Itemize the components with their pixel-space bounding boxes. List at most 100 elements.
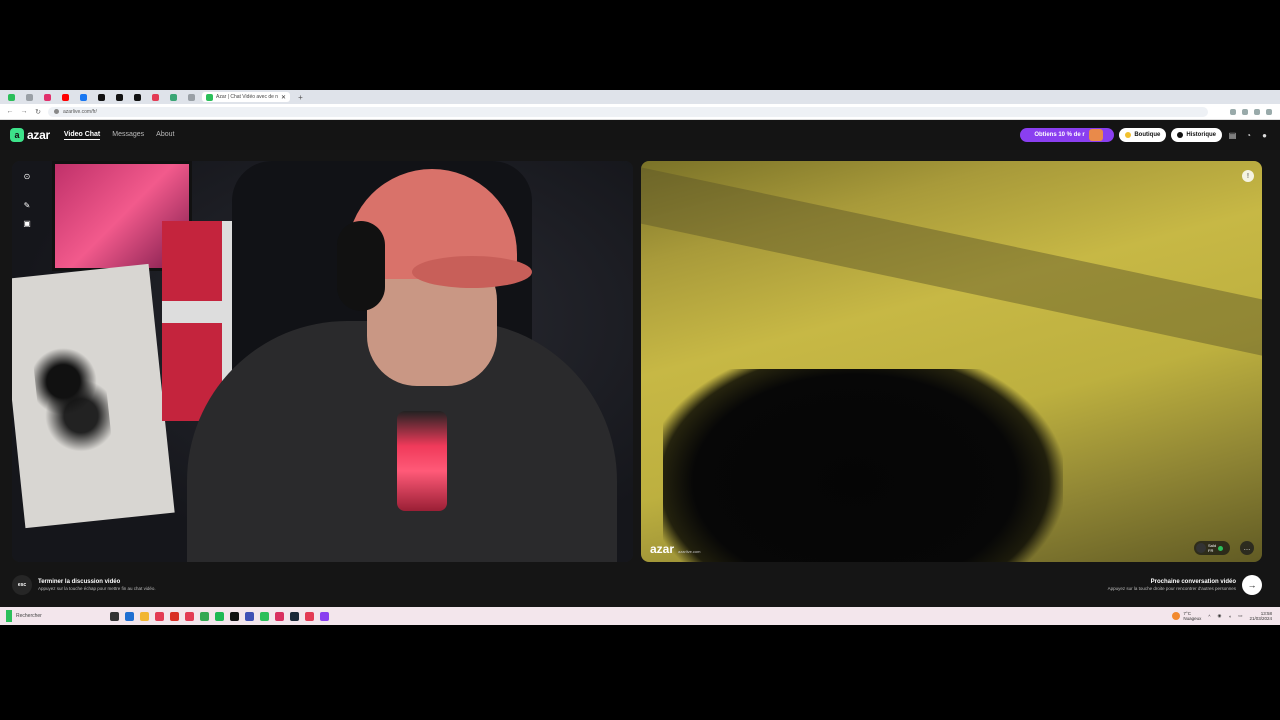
webcam-cap-brim (412, 256, 532, 288)
app-icon[interactable] (260, 611, 269, 621)
clock[interactable]: 13:58 21/03/2024 (1249, 611, 1272, 621)
opera-icon[interactable] (170, 611, 179, 621)
beauty-filter-icon[interactable]: ✎ (21, 199, 33, 211)
sticker-icon[interactable]: ▣ (21, 217, 33, 229)
volume-icon[interactable]: ◖ (1228, 614, 1231, 619)
browser-tab[interactable] (166, 92, 181, 102)
remote-video: ! azar azarlive.com Saïd FR … (641, 161, 1262, 562)
shop-button[interactable]: Boutique (1119, 128, 1167, 142)
browser-tab[interactable] (184, 92, 199, 102)
browser-tab-bar: Azar | Chat Vidéo avec de n ✕ + (0, 90, 1280, 104)
back-icon[interactable]: ← (6, 108, 14, 115)
app-icon[interactable] (185, 611, 194, 621)
bell-icon[interactable]: ◔ (1243, 130, 1254, 141)
promo-button[interactable]: Obtiens 10 % de r (1020, 128, 1115, 142)
azar-watermark: azar azarlive.com (650, 542, 700, 556)
app-icon[interactable] (155, 611, 164, 621)
camera-switch-icon[interactable]: ⊙ (21, 170, 33, 182)
next-arrow-button[interactable]: → (1242, 575, 1262, 595)
esc-key-button[interactable]: esc (12, 575, 32, 595)
start-icon[interactable] (6, 610, 12, 622)
end-chat-hint: esc Terminer la discussion vidéo Appuyez… (12, 575, 156, 595)
browser-tab[interactable] (4, 92, 19, 102)
browser-extensions (1230, 108, 1280, 115)
online-dot-icon (1218, 545, 1224, 551)
webcam-microphone (397, 411, 447, 511)
extension-icon[interactable] (1254, 108, 1260, 115)
folder-icon[interactable] (140, 611, 149, 621)
promo-mascot-icon (1088, 129, 1103, 141)
local-video: ⊙ ✎ ▣ (12, 161, 633, 562)
chat-bubble-icon[interactable]: … (1240, 541, 1254, 555)
steam-icon[interactable] (290, 611, 299, 621)
screen: Azar | Chat Vidéo avec de n ✕ + ← → ↻ az… (0, 90, 1280, 625)
network-icon[interactable]: ◉ (1218, 613, 1222, 619)
spotify-icon[interactable] (215, 611, 224, 621)
history-button[interactable]: Historique (1171, 128, 1222, 142)
close-tab-icon[interactable]: ✕ (281, 94, 286, 101)
url-field[interactable]: azarlive.com/fr/ (48, 106, 1208, 117)
browser-tab[interactable] (22, 92, 37, 102)
app-icon[interactable] (305, 611, 314, 621)
browser-tab[interactable] (112, 92, 127, 102)
webcam-wall-art (12, 263, 175, 529)
tab-favicon-icon (188, 93, 195, 101)
search-text: Rechercher (16, 613, 42, 619)
reload-icon[interactable]: ↻ (34, 108, 42, 116)
nav-about[interactable]: About (156, 131, 174, 140)
app-icon[interactable] (245, 611, 254, 621)
extension-icon[interactable] (1230, 108, 1236, 115)
history-icon (1177, 132, 1184, 138)
tab-favicon-icon (134, 93, 141, 101)
browser-tab[interactable] (40, 92, 55, 102)
chrome-icon[interactable] (200, 611, 209, 621)
browser-tab[interactable] (94, 92, 109, 102)
taskview-icon[interactable] (110, 611, 119, 621)
nav-video-chat[interactable]: Video Chat (63, 131, 101, 140)
weather-desc: Nuageux (1183, 616, 1202, 621)
inbox-icon[interactable]: ▤ (1227, 130, 1238, 141)
new-tab-button[interactable]: + (293, 92, 308, 102)
azar-logo[interactable]: a azar (10, 128, 50, 142)
app-icon[interactable] (125, 611, 134, 621)
watermark-text: azar (650, 542, 675, 556)
end-chat-title: Terminer la discussion vidéo (38, 579, 121, 585)
nav-messages[interactable]: Messages (112, 131, 144, 140)
watermark-subtext: azarlive.com (678, 549, 701, 554)
tray-chevron-icon[interactable]: ^ (1208, 614, 1210, 619)
forward-icon[interactable]: → (20, 108, 28, 115)
browser-tab[interactable] (58, 92, 73, 102)
taskbar-apps (110, 611, 329, 621)
tab-favicon-icon (80, 93, 87, 101)
browser-tab[interactable] (148, 92, 163, 102)
end-chat-subtitle: Appuyez sur la touche échap pour mettre … (38, 586, 156, 591)
tab-favicon-icon (170, 93, 177, 101)
logo-text: azar (27, 128, 50, 142)
tab-favicon-icon (116, 93, 123, 101)
profile-icon[interactable] (1266, 108, 1272, 115)
taskbar-search[interactable]: Rechercher (6, 609, 106, 623)
browser-tab-active[interactable]: Azar | Chat Vidéo avec de n ✕ (202, 92, 290, 102)
weather-widget[interactable]: 7°C Nuageux (1172, 611, 1201, 621)
site-info-icon[interactable] (54, 109, 59, 114)
bookmark-star-icon[interactable] (1242, 108, 1248, 115)
report-shield-icon[interactable]: ! (1242, 170, 1254, 182)
main-nav: Video Chat Messages About (63, 131, 174, 140)
browser-tab[interactable] (76, 92, 91, 102)
peer-info-badge[interactable]: Saïd FR (1194, 541, 1230, 555)
tab-favicon-icon (152, 93, 159, 101)
app-icon[interactable] (230, 611, 239, 621)
profile-avatar-icon[interactable]: ● (1259, 130, 1270, 141)
remote-video-dark-object (663, 369, 1063, 562)
gem-icon (1125, 132, 1132, 138)
system-tray: 7°C Nuageux ^ ◉ ◖ ▭ 13:58 21/03/2024 (1172, 611, 1280, 621)
clock-date: 21/03/2024 (1249, 616, 1272, 621)
app-icon[interactable] (320, 611, 329, 621)
azar-logo-icon: a (10, 128, 24, 142)
battery-icon[interactable]: ▭ (1238, 613, 1242, 619)
weather-icon (1172, 612, 1181, 620)
app-icon[interactable] (275, 611, 284, 621)
app-header: a azar Video Chat Messages About Obtiens… (0, 120, 1280, 150)
history-label: Historique (1186, 132, 1216, 138)
browser-tab[interactable] (130, 92, 145, 102)
